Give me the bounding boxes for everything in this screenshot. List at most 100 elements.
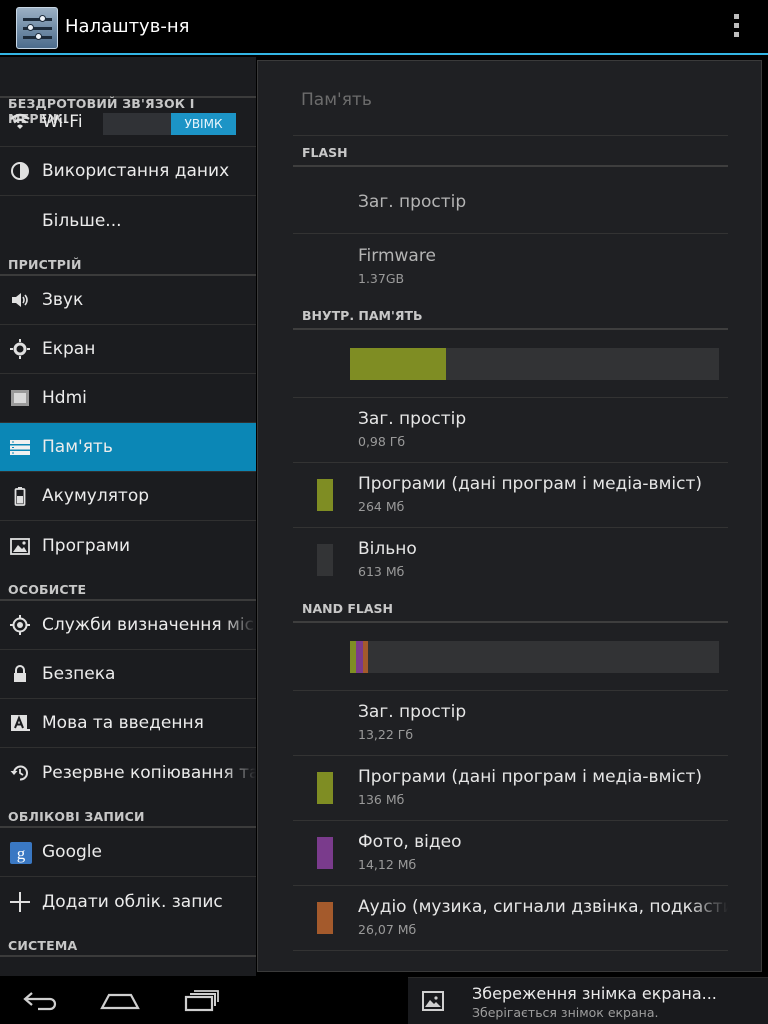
sidebar-item-add-account[interactable]: Додати облік. запис [0,877,256,926]
meter-segment-audio [363,641,368,673]
action-bar: Налаштув-ня [0,0,768,55]
sidebar-item-language[interactable]: Мова та введення [0,699,256,748]
meter-segment-apps [350,348,446,380]
free-color-swatch [317,544,333,576]
row-value: 136 Мб [358,792,405,807]
row-title: Вільно [358,539,417,559]
sidebar-item-display[interactable]: Екран [0,325,256,374]
sidebar-item-label: Екран [42,339,96,359]
sidebar-item-label: Додати облік. запис [42,891,223,912]
sidebar-item-location[interactable]: Служби визначення місцезнаходження [0,601,256,650]
wifi-icon [10,112,30,132]
notification-subtitle: Зберігається знімок екрана. [472,1005,659,1020]
sidebar-item-security[interactable]: Безпека [0,650,256,699]
notification-title: Збереження знімка екрана... [472,984,717,1003]
row-title: Заг. простір [358,192,467,212]
language-icon [10,713,30,733]
screenshot-notification[interactable]: Збереження знімка екрана... Зберігається… [408,977,768,1024]
row-value: 264 Мб [358,499,405,514]
apps-icon [10,536,30,556]
add-icon [10,891,30,912]
sidebar-item-label: Програми [42,535,130,556]
row-value: 613 Мб [358,564,405,579]
internal-apps-row[interactable]: Програми (дані програм і медіа-вміст) 26… [293,463,728,528]
sidebar-item-label: Звук [42,290,84,310]
storage-panel: Пам'ять FLASH Заг. простір Firmware 1.37… [257,60,762,972]
sidebar-item-google[interactable]: g Google [0,828,256,877]
sidebar-item-label: Пам'ять [42,437,113,457]
internal-free-row: Вільно 613 Мб [293,528,728,593]
settings-sidebar: БЕЗДРОТОВИЙ ЗВ'ЯЗОК І МЕРЕЖІ Wi-Fi УВІМК… [0,57,256,976]
sidebar-item-storage[interactable]: Пам'ять [0,423,256,472]
row-title: Заг. простір [358,702,467,722]
sidebar-item-label: Мова та введення [42,713,204,733]
section-header-flash: FLASH [293,136,728,167]
wifi-toggle-label: УВІМК [171,113,236,135]
location-icon [10,615,30,635]
back-icon[interactable] [22,988,62,1012]
internal-total-row: Заг. простір 0,98 Гб [293,398,728,463]
sidebar-item-data-usage[interactable]: Використання даних [0,147,256,196]
brightness-icon [10,339,30,359]
row-value: 13,22 Гб [358,727,414,742]
flash-total-row: Заг. простір [293,169,728,234]
section-header-accounts: ОБЛІКОВІ ЗАПИСИ [0,797,256,828]
battery-icon [10,486,30,506]
apps-color-swatch [317,479,333,511]
audio-color-swatch [317,902,333,934]
sidebar-item-label: Акумулятор [42,486,150,506]
sidebar-item-label: Google [42,842,102,862]
row-value: 0,98 Гб [358,434,406,449]
sidebar-item-label: Безпека [42,664,116,684]
section-header-nand: NAND FLASH [293,592,728,623]
internal-storage-meter [350,348,719,380]
section-header-internal: ВНУТР. ПАМ'ЯТЬ [293,299,728,330]
sidebar-item-hdmi[interactable]: Hdmi [0,374,256,423]
row-value: 14,12 Мб [358,857,417,872]
sidebar-item-label: Hdmi [42,388,87,408]
panel-title: Пам'ять [301,90,372,110]
row-title: Firmware [358,246,436,266]
svg-text:g: g [17,844,26,863]
app-title: Налаштув-ня [65,16,190,37]
screenshot-image-icon [422,991,444,1011]
google-icon: g [10,842,32,864]
nand-apps-row[interactable]: Програми (дані програм і медіа-вміст) 13… [293,756,728,821]
sidebar-item-sound[interactable]: Звук [0,276,256,325]
sidebar-item-label: Wi-Fi [42,112,83,132]
sidebar-item-backup[interactable]: Резервне копіювання та скидання [0,748,256,797]
sidebar-item-battery[interactable]: Акумулятор [0,472,256,521]
backup-icon [10,763,30,783]
home-icon[interactable] [100,988,140,1012]
data-usage-icon [10,161,30,181]
row-title: Заг. простір [358,409,467,429]
overflow-menu-icon[interactable] [728,14,744,42]
wifi-toggle[interactable]: УВІМК [103,113,236,135]
recent-apps-icon[interactable] [182,988,222,1012]
sidebar-item-label: Більше... [42,210,122,231]
section-header-system: СИСТЕМА [0,926,256,957]
storage-icon [10,437,30,457]
lock-icon [10,664,30,684]
photo-color-swatch [317,837,333,869]
hdmi-icon [10,388,30,408]
section-header-device: ПРИСТРІЙ [0,245,256,276]
row-value: 26,07 Мб [358,922,417,937]
row-title: Фото, відео [358,832,462,852]
sidebar-item-label: Використання даних [42,161,230,181]
meter-segment-photo [356,641,363,673]
sidebar-item-apps[interactable]: Програми [0,521,256,570]
row-title: Аудіо (музика, сигнали дзвінка, подкасти… [358,897,728,917]
apps-color-swatch [317,772,333,804]
nand-photo-row[interactable]: Фото, відео 14,12 Мб [293,821,728,886]
nand-storage-meter [350,641,719,673]
nand-total-row: Заг. простір 13,22 Гб [293,691,728,756]
nand-audio-row[interactable]: Аудіо (музика, сигнали дзвінка, подкасти… [293,886,728,951]
row-title: Програми (дані програм і медіа-вміст) [358,474,703,494]
section-header-wireless: БЕЗДРОТОВИЙ ЗВ'ЯЗОК І МЕРЕЖІ [0,57,256,126]
sidebar-item-more[interactable]: Більше... [0,196,256,245]
flash-firmware-row: Firmware 1.37GB [293,235,728,300]
settings-app-icon[interactable] [16,7,58,49]
volume-icon [10,290,30,310]
sidebar-item-wifi[interactable]: Wi-Fi УВІМК [0,98,256,147]
